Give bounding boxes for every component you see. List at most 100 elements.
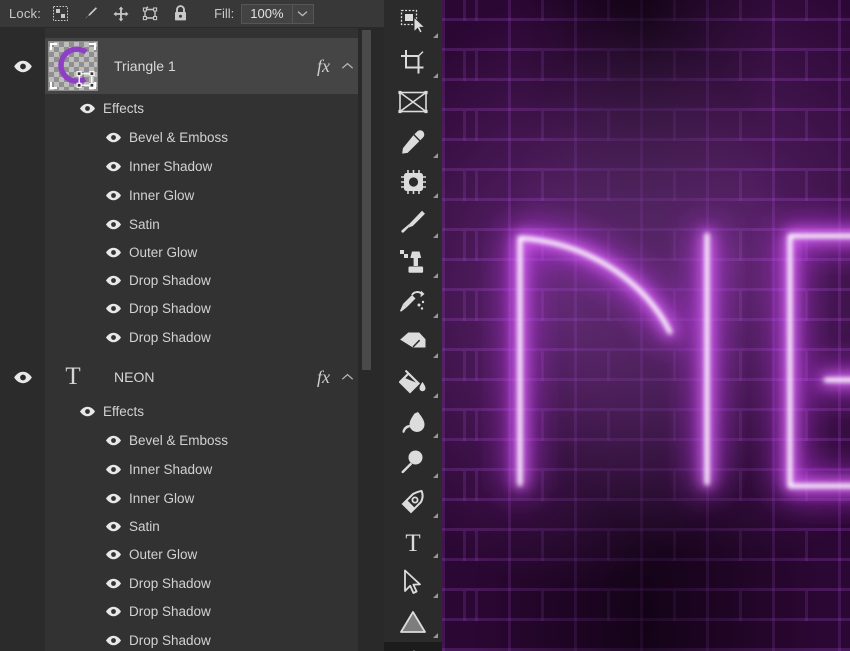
effect-label: Drop Shadow <box>129 272 211 288</box>
effect-visibility-toggle[interactable] <box>98 238 128 266</box>
effect-row-inner-shadow[interactable]: Inner Shadow <box>0 455 384 483</box>
tool-flyout-indicator[interactable] <box>433 193 438 198</box>
effect-row-inner-shadow[interactable]: Inner Shadow <box>0 152 384 180</box>
effect-visibility-toggle[interactable] <box>98 210 128 238</box>
effect-row-satin[interactable]: Satin <box>0 210 384 238</box>
tool-flyout-indicator[interactable] <box>433 233 438 238</box>
hand-tool[interactable] <box>384 642 442 651</box>
effect-row-drop-shadow-2[interactable]: Drop Shadow <box>0 294 384 322</box>
lock-image-pixels-icon[interactable] <box>81 4 100 23</box>
effect-visibility-toggle[interactable] <box>98 597 128 625</box>
path-selection-tool[interactable] <box>384 562 442 602</box>
tool-flyout-indicator[interactable] <box>433 433 438 438</box>
effects-group-row[interactable]: Effects <box>0 94 384 122</box>
thumbnail-corner-handle <box>50 82 57 89</box>
effect-row-inner-glow[interactable]: Inner Glow <box>0 484 384 512</box>
tool-flyout-indicator[interactable] <box>433 273 438 278</box>
tool-flyout-indicator[interactable] <box>433 633 438 638</box>
neon-letter-E <box>780 226 850 496</box>
shape-tool[interactable] <box>384 602 442 642</box>
spot-healing-brush-tool[interactable] <box>384 162 442 202</box>
layer-effects-indicator[interactable]: fx <box>317 367 330 388</box>
layer-thumbnail-triangle-1[interactable] <box>48 41 98 91</box>
effect-row-outer-glow[interactable]: Outer Glow <box>0 540 384 568</box>
effect-label: Bevel & Emboss <box>129 129 229 145</box>
dodge-tool[interactable] <box>384 442 442 482</box>
effect-label: Satin <box>129 518 160 534</box>
effect-row-outer-glow[interactable]: Outer Glow <box>0 238 384 266</box>
shape-layer-badge-icon <box>76 71 95 88</box>
layer-name-neon[interactable]: NEON <box>114 369 317 385</box>
effect-visibility-toggle[interactable] <box>98 181 128 209</box>
frame-tool[interactable] <box>384 82 442 122</box>
effect-row-drop-shadow-1[interactable]: Drop Shadow <box>0 569 384 597</box>
tool-flyout-indicator[interactable] <box>433 393 438 398</box>
effect-visibility-toggle[interactable] <box>98 540 128 568</box>
eyedropper-tool[interactable] <box>384 122 442 162</box>
tool-flyout-indicator[interactable] <box>433 353 438 358</box>
effect-row-drop-shadow-3[interactable]: Drop Shadow <box>0 626 384 651</box>
effect-visibility-toggle[interactable] <box>98 266 128 294</box>
tool-flyout-indicator[interactable] <box>433 33 438 38</box>
brush-tool[interactable] <box>384 202 442 242</box>
blur-tool[interactable] <box>384 402 442 442</box>
lock-all-icon[interactable] <box>171 4 190 23</box>
tool-flyout-indicator[interactable] <box>433 513 438 518</box>
effect-visibility-toggle[interactable] <box>98 294 128 322</box>
layer-effects-chevron-up-icon[interactable] <box>336 373 358 381</box>
layer-name-triangle-1[interactable]: Triangle 1 <box>114 58 317 74</box>
paint-bucket-tool[interactable] <box>384 362 442 402</box>
effect-row-drop-shadow-2[interactable]: Drop Shadow <box>0 597 384 625</box>
neon-letter-N <box>510 225 717 494</box>
layers-panel: Lock: Fill: 100% Triangle 1 fx Effects B… <box>0 0 384 651</box>
history-brush-tool[interactable] <box>384 282 442 322</box>
document-canvas[interactable] <box>442 0 850 651</box>
pen-tool[interactable] <box>384 482 442 522</box>
effect-visibility-toggle[interactable] <box>98 626 128 651</box>
effect-visibility-toggle[interactable] <box>98 569 128 597</box>
effect-row-drop-shadow-3[interactable]: Drop Shadow <box>0 323 384 351</box>
lock-artboard-nesting-icon[interactable] <box>141 4 160 23</box>
effect-visibility-toggle[interactable] <box>98 152 128 180</box>
tool-flyout-indicator[interactable] <box>433 73 438 78</box>
effect-visibility-toggle[interactable] <box>98 323 128 351</box>
effect-visibility-toggle[interactable] <box>98 512 128 540</box>
layer-effects-indicator[interactable]: fx <box>317 56 330 77</box>
fill-value[interactable]: 100% <box>242 4 293 23</box>
effects-group-visibility-toggle[interactable] <box>72 94 102 122</box>
type-tool[interactable]: T <box>384 522 442 562</box>
layer-row-triangle-1[interactable]: Triangle 1 fx <box>0 38 384 94</box>
tool-flyout-indicator[interactable] <box>433 593 438 598</box>
effect-row-bevel-and-emboss[interactable]: Bevel & Emboss <box>0 426 384 454</box>
fill-input-box[interactable]: 100% <box>241 3 314 24</box>
effect-label: Inner Glow <box>129 187 195 203</box>
photoshop-window: Lock: Fill: 100% Triangle 1 fx Effects B… <box>0 0 850 651</box>
effect-row-inner-glow[interactable]: Inner Glow <box>0 181 384 209</box>
crop-tool[interactable] <box>384 42 442 82</box>
effect-row-satin[interactable]: Satin <box>0 512 384 540</box>
lock-transparent-pixels-icon[interactable] <box>51 4 70 23</box>
layer-effects-chevron-up-icon[interactable] <box>336 62 358 70</box>
effect-visibility-toggle[interactable] <box>98 123 128 151</box>
effect-label: Inner Glow <box>129 490 195 506</box>
svg-text:T: T <box>405 530 420 555</box>
fill-chevron-down-icon[interactable] <box>293 5 313 23</box>
tool-flyout-indicator[interactable] <box>433 313 438 318</box>
lock-icon-group <box>51 4 190 23</box>
layer-visibility-toggle[interactable] <box>0 349 45 405</box>
effect-visibility-toggle[interactable] <box>98 484 128 512</box>
tool-flyout-indicator[interactable] <box>433 553 438 558</box>
tool-flyout-indicator[interactable] <box>433 473 438 478</box>
layer-visibility-toggle[interactable] <box>0 38 45 94</box>
fill-control: Fill: 100% <box>214 3 314 24</box>
layer-row-neon[interactable]: T NEON fx <box>0 349 384 405</box>
move-tool[interactable] <box>384 0 442 42</box>
lock-position-icon[interactable] <box>111 4 130 23</box>
effect-row-drop-shadow-1[interactable]: Drop Shadow <box>0 266 384 294</box>
tool-flyout-indicator[interactable] <box>433 153 438 158</box>
eraser-tool[interactable] <box>384 322 442 362</box>
effect-visibility-toggle[interactable] <box>98 455 128 483</box>
effect-row-bevel-and-emboss[interactable]: Bevel & Emboss <box>0 123 384 151</box>
effect-visibility-toggle[interactable] <box>98 426 128 454</box>
clone-stamp-tool[interactable] <box>384 242 442 282</box>
